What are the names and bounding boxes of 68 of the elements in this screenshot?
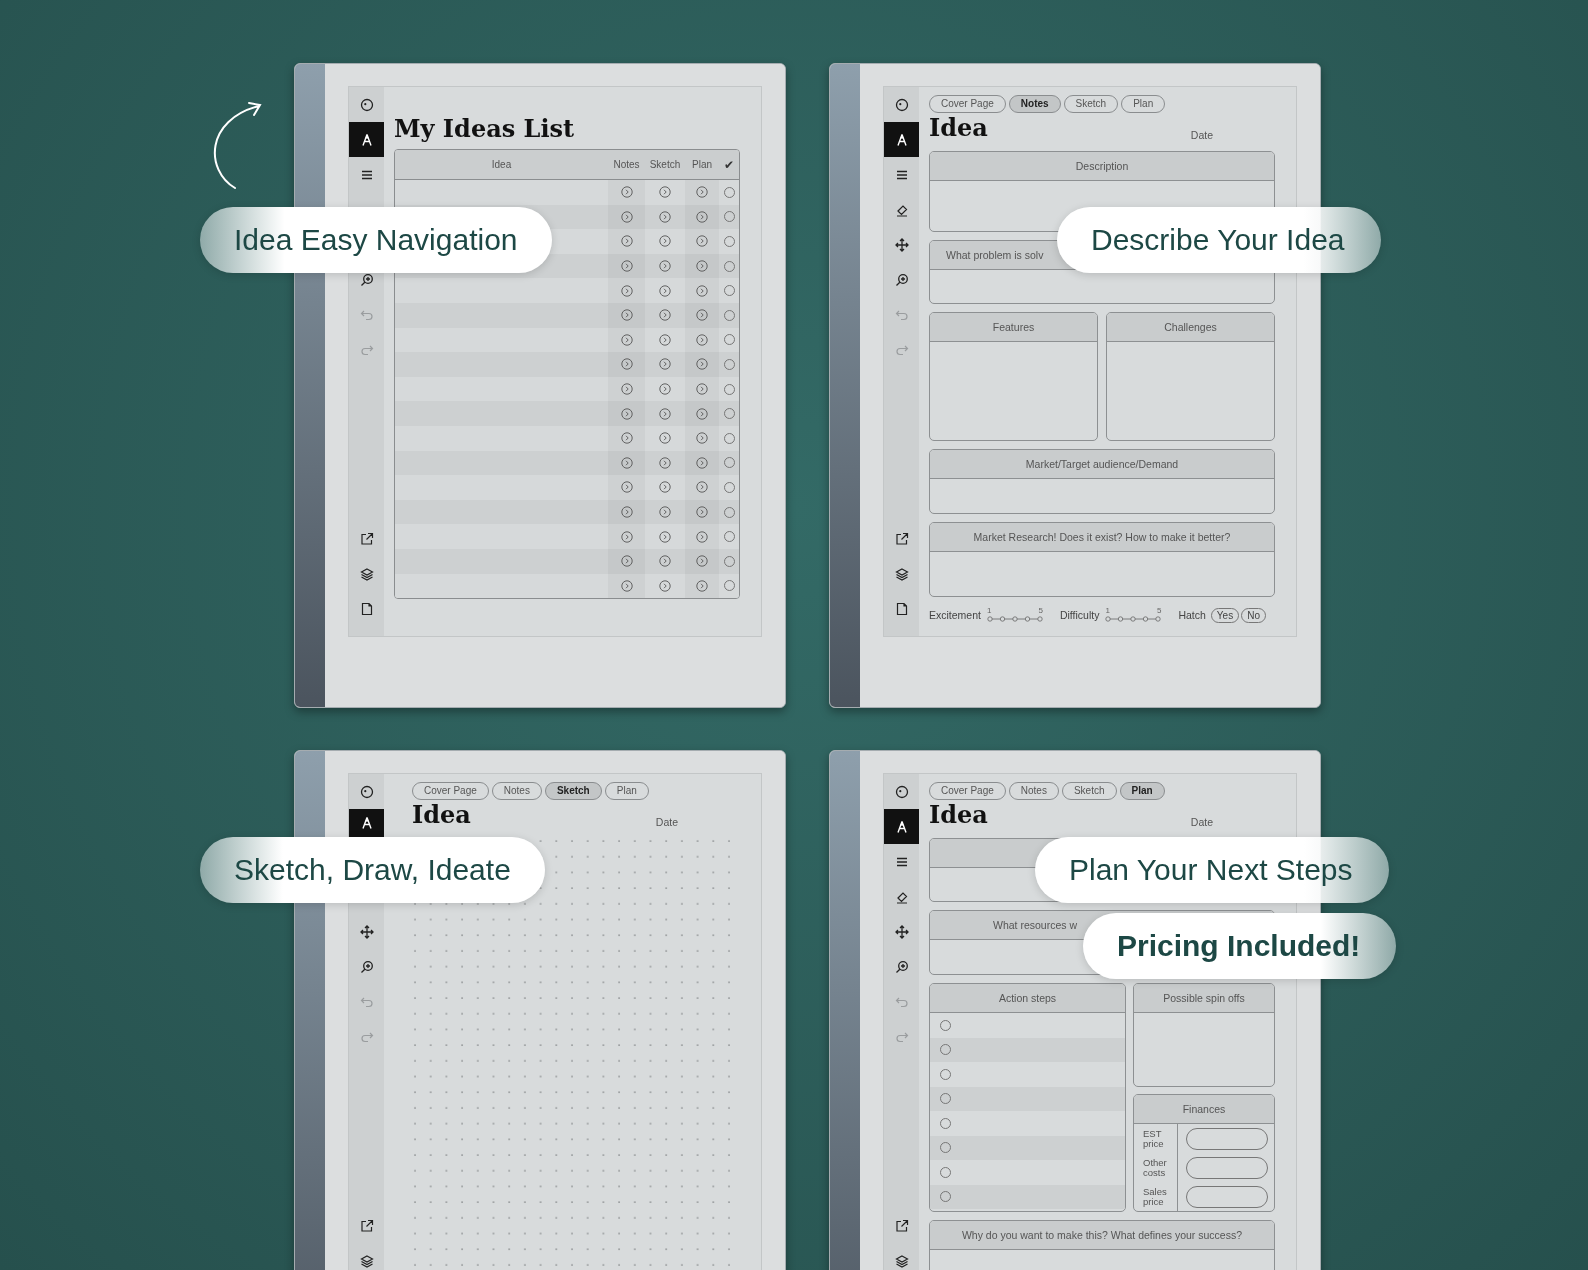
box-heading: Action steps (998, 992, 1057, 1004)
move-icon[interactable] (894, 237, 909, 252)
callout-label: Sketch, Draw, Ideate (200, 837, 545, 903)
move-icon[interactable] (894, 924, 909, 939)
move-icon[interactable] (359, 924, 374, 939)
tab[interactable]: Plan (1119, 782, 1165, 800)
box-heading: Challenges (1164, 321, 1217, 333)
page-icon[interactable] (359, 601, 374, 616)
column-header: Notes (612, 158, 641, 172)
hatch-label: Hatch (1178, 609, 1206, 621)
page-title: Idea (929, 113, 988, 143)
layers-icon[interactable] (359, 566, 374, 581)
scale-min: 1 (1105, 607, 1110, 615)
callout-label: Pricing Included! (1083, 913, 1397, 979)
finance-label: Other costs (1134, 1153, 1178, 1182)
box-heading: Market/Target audience/Demand (1025, 458, 1179, 470)
box-heading: What resources w (993, 919, 1078, 931)
scale-min: 1 (986, 607, 992, 615)
share-icon[interactable] (359, 1218, 374, 1233)
share-icon[interactable] (359, 531, 374, 546)
column-header: Idea (490, 158, 513, 172)
pen-tool-button[interactable] (884, 122, 919, 157)
zoom-icon[interactable] (359, 959, 374, 974)
box-heading: Finances (1182, 1103, 1226, 1115)
page-icon[interactable] (894, 601, 909, 616)
layers-icon[interactable] (894, 1253, 909, 1268)
circle-dot-icon[interactable] (894, 97, 909, 112)
date-label: Date (1190, 816, 1213, 830)
box-heading: Features (992, 321, 1035, 333)
pen-tool-button[interactable] (349, 809, 384, 837)
scale-max: 5 (1156, 607, 1162, 615)
share-icon[interactable] (894, 1218, 909, 1233)
page-title: Idea (412, 800, 471, 830)
box-heading: Description (1075, 160, 1129, 172)
circle-dot-icon[interactable] (359, 97, 374, 112)
box-heading: What problem is solv (946, 249, 1044, 261)
zoom-icon[interactable] (894, 272, 909, 287)
scale-max: 5 (1038, 607, 1043, 615)
rating-scale[interactable] (985, 615, 1044, 623)
layers-icon[interactable] (894, 566, 909, 581)
callout-label: Describe Your Idea (1057, 207, 1381, 273)
rating-label: Difficulty (1059, 609, 1100, 621)
callout-label: Plan Your Next Steps (1035, 837, 1389, 903)
tab[interactable]: Notes (1008, 95, 1061, 113)
tab[interactable]: Sketch (544, 782, 602, 800)
rating-label: Excitement (929, 609, 981, 621)
rating-scale[interactable] (1104, 615, 1163, 623)
box-heading: Why do you want to make this? What defines your success? (961, 1229, 1243, 1241)
column-header: Sketch (648, 158, 682, 172)
callout-label: Idea Easy Navigation (200, 207, 552, 273)
date-label: Date (655, 816, 678, 830)
pen-tool-button[interactable] (349, 122, 384, 157)
finance-label: Sales price (1134, 1182, 1178, 1211)
page-title: My Ideas List (394, 114, 576, 144)
box-heading: Possible spin offs (1163, 992, 1245, 1004)
page-title: Idea (929, 800, 988, 830)
circle-dot-icon[interactable] (894, 784, 909, 799)
circle-dot-icon[interactable] (359, 784, 374, 799)
box-heading: Market Research! Does it exist? How to make it better? (973, 531, 1231, 543)
date-label: Date (1190, 129, 1213, 143)
column-header: ✔ (723, 156, 735, 174)
layers-icon[interactable] (359, 1253, 374, 1268)
column-header: Plan (691, 158, 713, 172)
pen-tool-button[interactable] (884, 809, 919, 844)
zoom-icon[interactable] (894, 959, 909, 974)
finance-label: EST price (1134, 1124, 1178, 1153)
zoom-icon[interactable] (359, 272, 374, 287)
share-icon[interactable] (894, 531, 909, 546)
